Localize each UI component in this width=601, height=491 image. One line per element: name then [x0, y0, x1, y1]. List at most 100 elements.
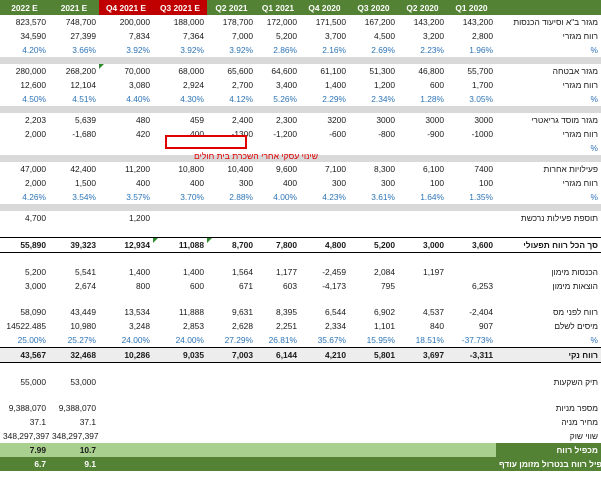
- table-cell[interactable]: 10.7: [49, 443, 99, 457]
- table-cell[interactable]: [349, 429, 398, 443]
- table-cell[interactable]: 2,334: [300, 319, 349, 333]
- empty-cell[interactable]: [153, 253, 207, 266]
- table-cell[interactable]: 2.29%: [300, 92, 349, 106]
- table-cell[interactable]: 300: [349, 176, 398, 190]
- table-cell[interactable]: 55,000: [0, 375, 49, 389]
- table-cell[interactable]: 1.35%: [447, 190, 496, 204]
- table-cell[interactable]: 12,934: [99, 237, 153, 253]
- table-cell[interactable]: 10,286: [99, 347, 153, 363]
- column-header[interactable]: Q2 2020: [398, 0, 447, 15]
- table-cell[interactable]: [447, 457, 496, 471]
- empty-cell[interactable]: [300, 389, 349, 401]
- table-cell[interactable]: [153, 401, 207, 415]
- table-cell[interactable]: 5,801: [349, 347, 398, 363]
- table-cell[interactable]: 15.95%: [349, 333, 398, 348]
- table-cell[interactable]: 5,200: [0, 265, 49, 279]
- table-cell[interactable]: [447, 265, 496, 279]
- row-label[interactable]: מחיר מניה: [496, 415, 601, 429]
- table-cell[interactable]: 3.66%: [49, 43, 99, 57]
- table-cell[interactable]: [398, 211, 447, 225]
- table-cell[interactable]: [256, 401, 300, 415]
- table-cell[interactable]: [349, 401, 398, 415]
- table-cell[interactable]: 8,700: [207, 237, 256, 253]
- table-cell[interactable]: 2.88%: [207, 190, 256, 204]
- table-cell[interactable]: [256, 457, 300, 471]
- table-cell[interactable]: 70,000: [99, 64, 153, 78]
- table-cell[interactable]: 3,000: [0, 279, 49, 293]
- table-cell[interactable]: 171,500: [300, 15, 349, 29]
- empty-cell[interactable]: [300, 293, 349, 305]
- table-cell[interactable]: -1000: [447, 127, 496, 141]
- table-cell[interactable]: 6,902: [349, 305, 398, 319]
- empty-cell[interactable]: [496, 389, 601, 401]
- table-cell[interactable]: 143,200: [398, 15, 447, 29]
- table-cell[interactable]: -1300: [207, 127, 256, 141]
- empty-cell[interactable]: [0, 253, 49, 266]
- table-cell[interactable]: [153, 415, 207, 429]
- table-cell[interactable]: [349, 443, 398, 457]
- column-header[interactable]: Q3 2020: [349, 0, 398, 15]
- empty-cell[interactable]: [349, 225, 398, 238]
- table-cell[interactable]: 2,700: [207, 78, 256, 92]
- table-cell[interactable]: 11,200: [99, 162, 153, 176]
- empty-cell[interactable]: [0, 225, 49, 238]
- empty-cell[interactable]: [207, 363, 256, 376]
- row-label[interactable]: רווח מגזרי: [496, 176, 601, 190]
- empty-cell[interactable]: [398, 293, 447, 305]
- empty-cell[interactable]: [349, 293, 398, 305]
- table-cell[interactable]: 4.40%: [99, 92, 153, 106]
- table-cell[interactable]: 64,600: [256, 64, 300, 78]
- table-cell[interactable]: 1,200: [99, 211, 153, 225]
- empty-cell[interactable]: [207, 293, 256, 305]
- table-cell[interactable]: 600: [398, 78, 447, 92]
- table-cell[interactable]: 2,084: [349, 265, 398, 279]
- row-label[interactable]: %: [496, 141, 601, 155]
- table-cell[interactable]: [447, 429, 496, 443]
- table-cell[interactable]: [349, 457, 398, 471]
- table-cell[interactable]: 24.00%: [153, 333, 207, 348]
- table-cell[interactable]: 4,700: [0, 211, 49, 225]
- empty-cell[interactable]: [398, 225, 447, 238]
- table-cell[interactable]: 7,003: [207, 347, 256, 363]
- column-header[interactable]: Q1 2020: [447, 0, 496, 15]
- empty-cell[interactable]: [256, 293, 300, 305]
- table-cell[interactable]: 2,000: [0, 127, 49, 141]
- column-header[interactable]: Q4 2021 E: [99, 0, 153, 15]
- empty-cell[interactable]: [0, 293, 49, 305]
- table-cell[interactable]: 2,628: [207, 319, 256, 333]
- table-cell[interactable]: [153, 443, 207, 457]
- table-cell[interactable]: 100: [447, 176, 496, 190]
- table-cell[interactable]: 25.27%: [49, 333, 99, 348]
- table-cell[interactable]: [349, 211, 398, 225]
- table-cell[interactable]: 178,700: [207, 15, 256, 29]
- table-cell[interactable]: 2,203: [0, 113, 49, 127]
- table-cell[interactable]: 1,197: [398, 265, 447, 279]
- table-cell[interactable]: [49, 211, 99, 225]
- table-cell[interactable]: [398, 279, 447, 293]
- table-cell[interactable]: 6,544: [300, 305, 349, 319]
- table-cell[interactable]: [447, 401, 496, 415]
- empty-cell[interactable]: [207, 389, 256, 401]
- table-cell[interactable]: [300, 443, 349, 457]
- table-cell[interactable]: 823,570: [0, 15, 49, 29]
- table-cell[interactable]: 2,251: [256, 319, 300, 333]
- table-cell[interactable]: 3.57%: [99, 190, 153, 204]
- table-cell[interactable]: 348,297,397: [0, 429, 49, 443]
- empty-cell[interactable]: [349, 389, 398, 401]
- table-cell[interactable]: 39,323: [49, 237, 99, 253]
- table-cell[interactable]: 4.50%: [0, 92, 49, 106]
- table-cell[interactable]: [256, 211, 300, 225]
- table-cell[interactable]: [398, 429, 447, 443]
- table-cell[interactable]: 8,395: [256, 305, 300, 319]
- table-cell[interactable]: 459: [153, 113, 207, 127]
- table-cell[interactable]: 6,253: [447, 279, 496, 293]
- table-cell[interactable]: 1,700: [447, 78, 496, 92]
- table-cell[interactable]: 2.34%: [349, 92, 398, 106]
- table-cell[interactable]: 14522.485: [0, 319, 49, 333]
- table-cell[interactable]: 11,888: [153, 305, 207, 319]
- table-cell[interactable]: -4,173: [300, 279, 349, 293]
- table-cell[interactable]: [153, 211, 207, 225]
- column-header[interactable]: Q4 2020: [300, 0, 349, 15]
- table-cell[interactable]: 400: [99, 176, 153, 190]
- table-cell[interactable]: [207, 211, 256, 225]
